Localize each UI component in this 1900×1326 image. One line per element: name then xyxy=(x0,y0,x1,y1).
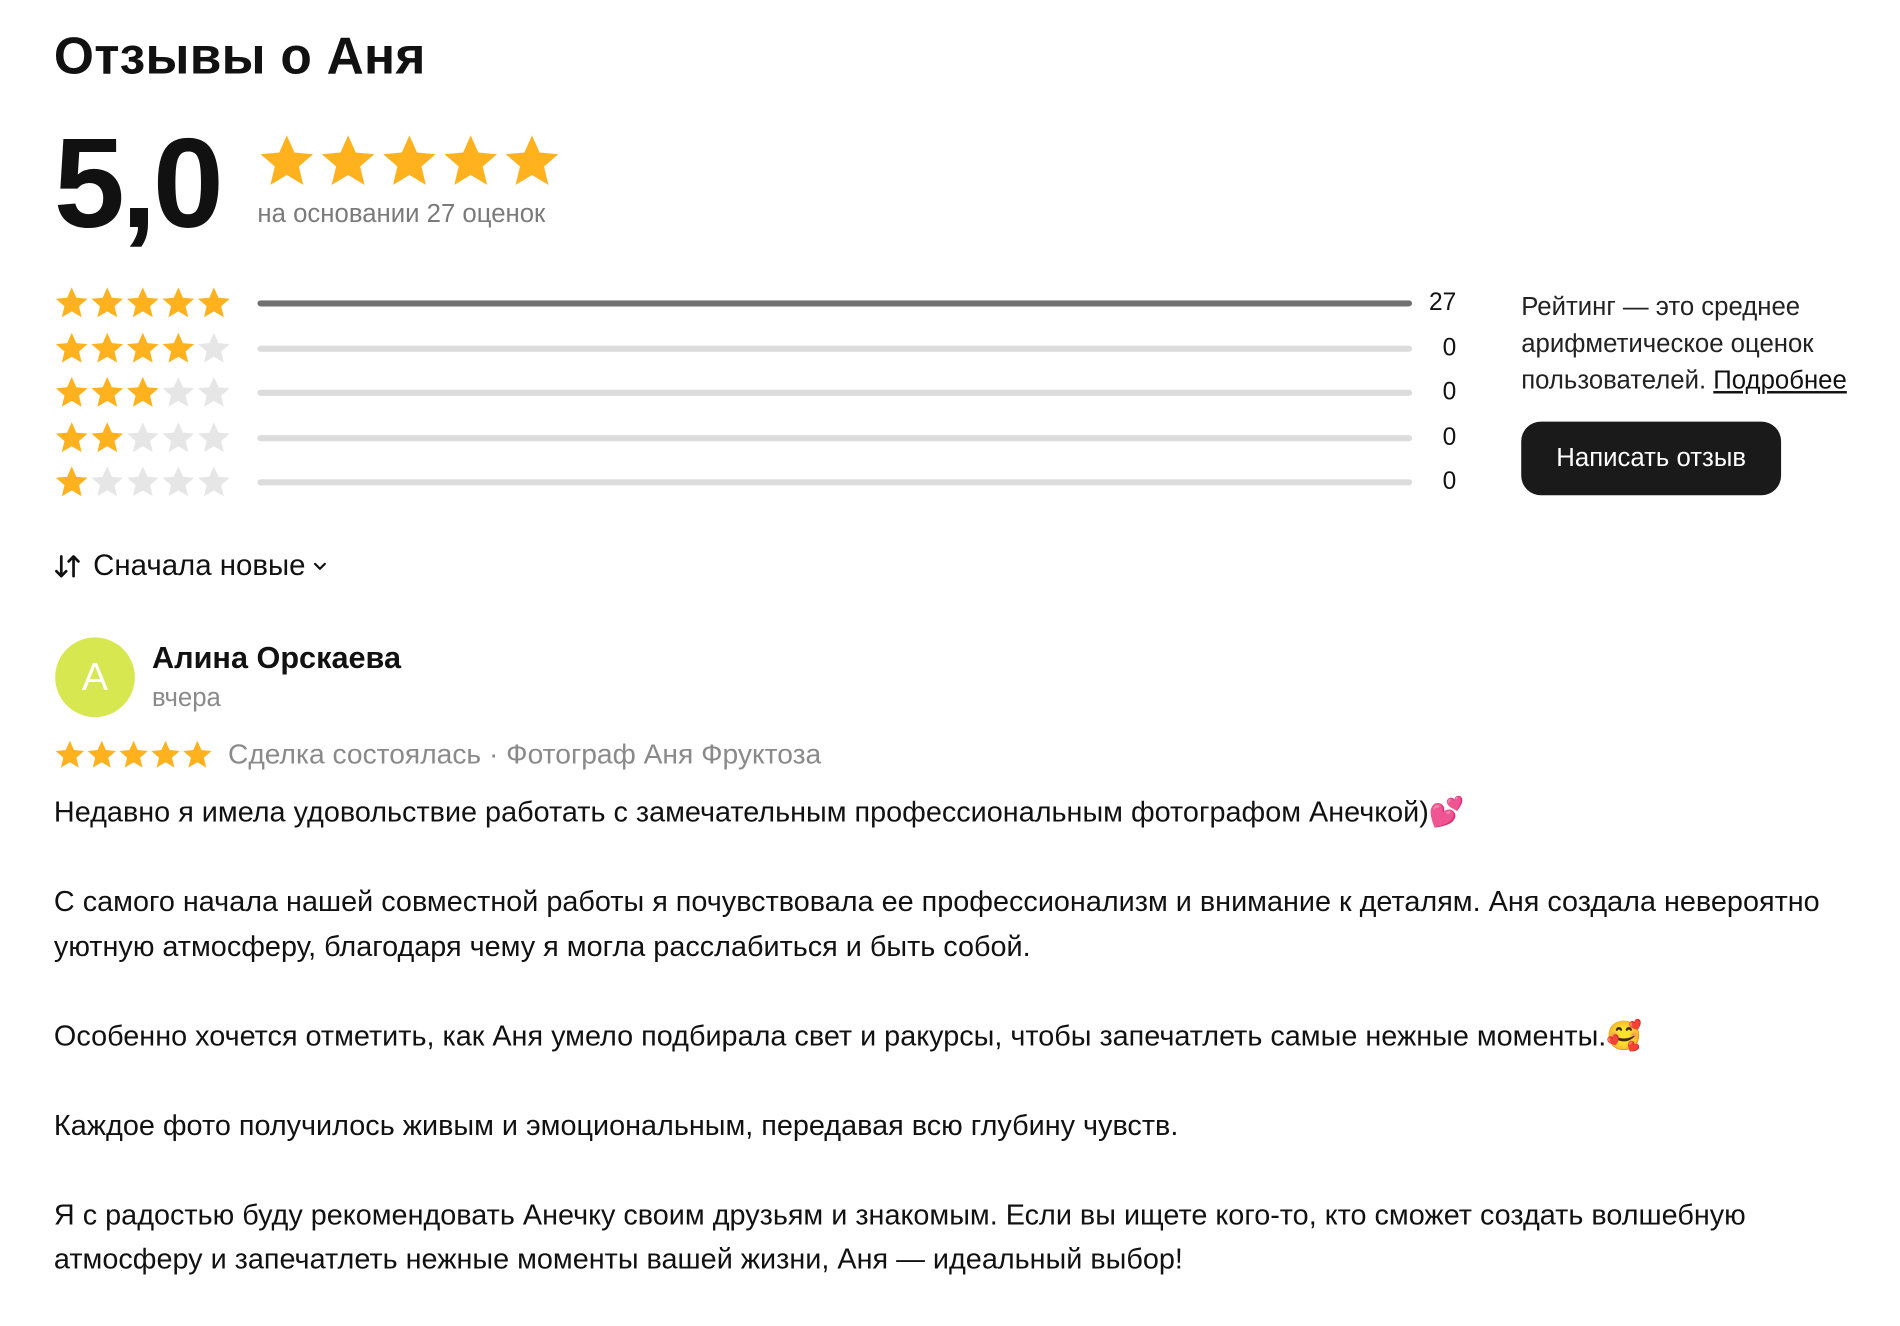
star-icon xyxy=(162,466,195,497)
distribution-bar xyxy=(257,434,1413,441)
star-icon xyxy=(126,376,159,407)
review-date: вчера xyxy=(151,683,221,713)
star-icon xyxy=(91,466,124,497)
distribution-row-4: 0 xyxy=(54,329,1464,366)
star-icon xyxy=(126,466,159,497)
star-icon xyxy=(444,135,497,185)
distribution-stars xyxy=(54,465,232,501)
star-icon xyxy=(198,376,230,407)
star-icon xyxy=(55,376,88,407)
average-score: 5,0 xyxy=(53,112,224,255)
distribution-row-2: 0 xyxy=(54,419,1464,456)
star-icon xyxy=(55,740,85,767)
review-paragraph: Особенно хочется отметить, как Аня умело… xyxy=(53,1019,1643,1052)
chevron-down-icon xyxy=(313,559,328,574)
sort-label: Сначала новые xyxy=(93,549,306,583)
star-icon xyxy=(126,332,159,363)
average-stars xyxy=(257,132,561,191)
distribution-row-1: 0 xyxy=(54,463,1464,500)
distribution-row-3: 0 xyxy=(54,374,1464,411)
star-icon xyxy=(198,466,230,497)
star-icon xyxy=(151,740,180,767)
star-icon xyxy=(91,287,124,318)
star-icon xyxy=(183,740,212,767)
review-text: Недавно я имела удовольствие работать с … xyxy=(54,789,1844,1326)
distribution-count: 0 xyxy=(1442,468,1457,496)
review-stars xyxy=(54,739,213,771)
review-paragraph: Недавно я имела удовольствие работать с … xyxy=(53,795,1465,828)
distribution-stars xyxy=(54,420,232,456)
distribution-stars xyxy=(54,375,232,411)
distribution-count: 0 xyxy=(1442,423,1457,451)
distribution-count: 0 xyxy=(1442,334,1457,361)
ratings-basis: на основании 27 оценок xyxy=(257,199,546,228)
sort-arrows-icon xyxy=(54,553,81,580)
star-icon xyxy=(198,421,230,452)
more-info-link[interactable]: Подробнее xyxy=(1713,367,1847,395)
star-icon xyxy=(383,135,436,185)
star-icon xyxy=(126,287,159,318)
star-icon xyxy=(119,740,148,767)
star-icon xyxy=(505,135,559,185)
star-icon xyxy=(162,332,195,363)
distribution-bar xyxy=(257,300,1413,307)
write-review-button[interactable]: Написать отзыв xyxy=(1521,421,1782,496)
review-paragraph: Каждое фото получилось живым и эмоционал… xyxy=(53,1108,1179,1141)
distribution-bar xyxy=(257,389,1413,396)
star-icon xyxy=(55,421,88,452)
review-meta: Сделка состоялась · Фотограф Аня Фруктоз… xyxy=(54,738,821,771)
star-icon xyxy=(321,135,375,185)
page-title: Отзывы о Аня xyxy=(53,26,426,85)
distribution-bar-fill xyxy=(257,300,1413,307)
star-icon xyxy=(162,421,195,452)
review-author: Алина Орскаева xyxy=(151,641,402,676)
distribution-count: 27 xyxy=(1428,289,1457,317)
avatar: А xyxy=(55,637,135,718)
sort-dropdown[interactable]: Сначала новые xyxy=(54,549,328,583)
star-icon xyxy=(91,332,124,363)
star-icon xyxy=(91,376,124,407)
star-icon xyxy=(55,332,88,363)
star-icon xyxy=(126,421,159,452)
distribution-stars xyxy=(54,286,232,322)
star-icon xyxy=(55,466,88,497)
distribution-stars xyxy=(54,330,232,366)
distribution-row-5: 27 xyxy=(54,284,1464,321)
star-icon xyxy=(162,376,195,407)
star-icon xyxy=(260,135,314,185)
distribution-bar xyxy=(257,345,1413,352)
review-paragraph: С самого начала нашей совместной работы … xyxy=(53,885,1820,962)
rating-explanation: Рейтинг — это среднее арифметическое оце… xyxy=(1521,289,1889,399)
star-icon xyxy=(198,332,230,363)
star-icon xyxy=(91,421,124,452)
star-icon xyxy=(87,740,116,767)
review-deal-info: Сделка состоялась · Фотограф Аня Фруктоз… xyxy=(227,737,822,770)
review-paragraph: Я с радостью буду рекомендовать Анечку с… xyxy=(53,1198,1746,1275)
star-icon xyxy=(198,287,230,318)
star-icon xyxy=(55,287,88,318)
star-icon xyxy=(162,287,195,318)
distribution-count: 0 xyxy=(1442,378,1457,406)
distribution-bar xyxy=(257,479,1413,486)
